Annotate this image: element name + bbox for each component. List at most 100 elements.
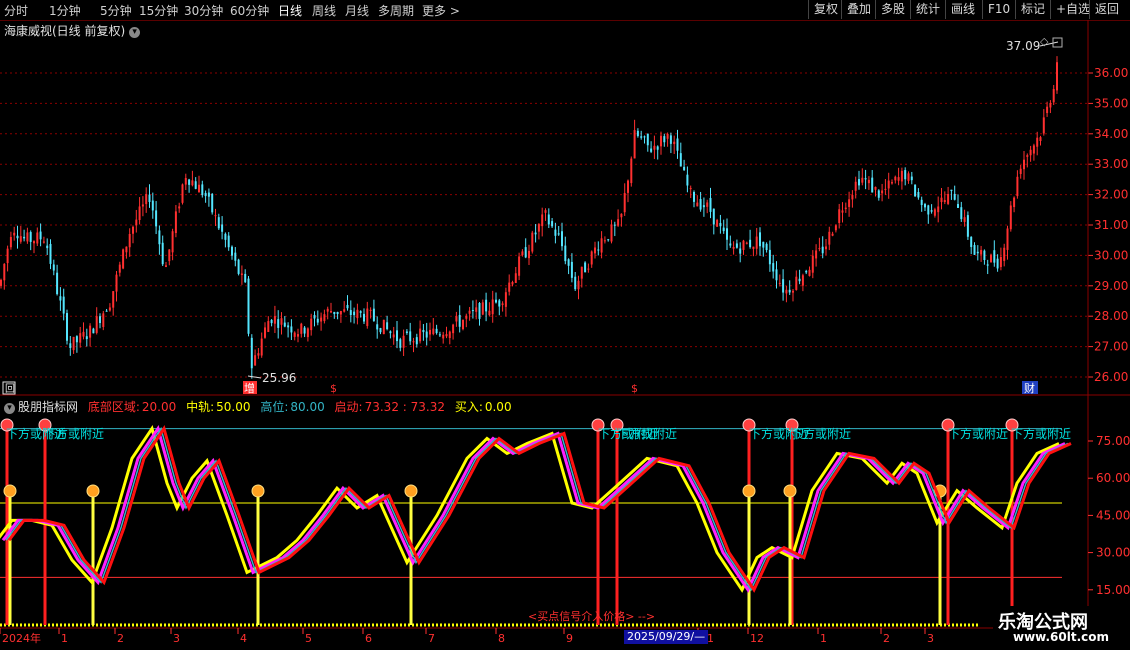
candle-body [422, 329, 425, 333]
candle-body [257, 353, 260, 356]
candle-body [798, 278, 801, 282]
candle-body [33, 241, 35, 244]
candle-body [1056, 62, 1058, 91]
candle-body [561, 231, 563, 247]
indicator-name[interactable]: 股朋指标网 [18, 400, 78, 414]
candle-body [953, 193, 956, 200]
candle-body [181, 184, 184, 203]
candle-body [851, 195, 854, 200]
candle-body [260, 338, 263, 356]
selected-date: 2025/09/29/— [624, 630, 709, 644]
candle-body [874, 186, 877, 190]
candle-body [217, 217, 220, 229]
candle-body [1032, 145, 1035, 154]
kline-chart[interactable]: 36.0035.0034.0033.0032.0031.0030.0029.00… [0, 0, 1130, 650]
indicator-settings-icon[interactable]: ▾ [4, 403, 15, 414]
date-tick-label: 2 [883, 632, 890, 645]
candle-body [128, 233, 131, 248]
signal-yellow-dot [783, 484, 797, 498]
candle-body [696, 202, 699, 207]
candle-body [1016, 176, 1019, 197]
indicator-axis-labels: 75.00 60.00 45.00 30.00 15.00 [1096, 434, 1130, 597]
candle-body [132, 226, 134, 234]
candle-body [69, 343, 72, 348]
candle-body [567, 259, 570, 266]
indicator-header: ▾ 股朋指标网 底部区域: 20.00 中轨: 50.00 高位: 80.00 启动: 7… [4, 398, 518, 415]
price-tick-label: 36.00 [1094, 66, 1128, 80]
candle-body [399, 339, 402, 348]
price-tick-label: 32.00 [1094, 188, 1128, 202]
candle-body [1046, 106, 1049, 114]
date-tick-label: 1 [820, 632, 827, 645]
candle-body [570, 261, 573, 278]
candle-body [877, 190, 880, 198]
dividend-marker-1[interactable]: $ [330, 382, 337, 395]
diamond-icon[interactable]: ◇ [1040, 35, 1049, 48]
back-marker[interactable]: 回 [5, 383, 15, 395]
candle-body [537, 224, 540, 232]
candle-body [214, 215, 217, 217]
candle-body [924, 204, 926, 208]
candle-body [478, 302, 481, 319]
candle-body [135, 219, 138, 226]
candle-body [125, 246, 128, 253]
chevron-down-icon[interactable]: ▾ [129, 27, 141, 38]
candle-body [465, 315, 468, 319]
candle-body [1052, 88, 1055, 103]
candle-body [844, 207, 847, 209]
candle-body [389, 331, 392, 334]
param-middle-value: 50.00 [216, 400, 251, 414]
candle-body [290, 326, 293, 333]
candle-body [937, 206, 940, 213]
candle-body [511, 282, 514, 285]
candle-body [679, 153, 682, 167]
candle-body [587, 268, 590, 270]
price-tick-label: 28.00 [1094, 309, 1128, 323]
candle-body [247, 278, 250, 334]
candle-body [75, 336, 78, 343]
candle-body [722, 227, 725, 232]
candle-body [881, 190, 884, 194]
candle-body [392, 334, 395, 338]
candle-body [699, 199, 702, 210]
candle-body [122, 249, 125, 269]
candle-body [19, 236, 22, 242]
candle-body [1029, 149, 1032, 156]
candle-body [627, 180, 629, 193]
candle-body [966, 215, 969, 237]
candle-body [237, 259, 240, 274]
increase-marker[interactable]: 增 [244, 381, 255, 395]
indicator-lines [0, 425, 1072, 593]
candle-body [775, 269, 778, 281]
dividend-marker-2[interactable]: $ [631, 382, 638, 395]
candle-body [346, 304, 349, 309]
candle-body [910, 176, 913, 181]
param-bottom-key: 底部区域: [87, 400, 140, 414]
candle-body [471, 310, 474, 312]
candle-body [973, 245, 976, 255]
date-tick-label: 2 [117, 632, 124, 645]
candle-body [280, 318, 283, 325]
candle-body [933, 209, 936, 216]
candle-body [996, 258, 999, 269]
candle-body [455, 316, 458, 322]
candle-body [521, 251, 524, 256]
signal-text-8: 下方或附近 [1011, 426, 1071, 441]
date-tick-label: 2024年 [2, 631, 41, 645]
date-tick-label: 3 [927, 632, 934, 645]
chart-title[interactable]: 海康威视(日线 前复权) ▾ [4, 22, 141, 39]
param-buy-value: 0.00 [484, 400, 512, 414]
finance-marker[interactable]: 财 [1024, 381, 1035, 395]
indicator-tick-label: 60.00 [1096, 471, 1130, 485]
signal-yellow-dot [251, 484, 265, 498]
candle-body [676, 138, 679, 151]
candle-body [419, 328, 422, 342]
candle-body [270, 319, 273, 324]
date-axis: 2024年1234567891112123 [0, 628, 934, 645]
price-tick-label: 31.00 [1094, 218, 1128, 232]
candle-body [250, 337, 253, 369]
candle-body [557, 233, 560, 235]
candle-body [547, 214, 550, 225]
candle-body [541, 214, 544, 227]
candle-body [165, 265, 167, 267]
